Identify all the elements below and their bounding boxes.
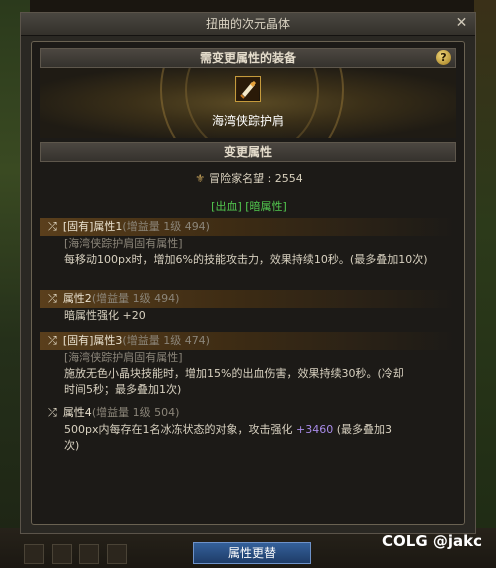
attribute-meta: (增益量 1级 474) (122, 334, 210, 347)
equipment-panel: 需变更属性的装备 ? 海湾侠踪护肩 变更属性 ⚜ 冒险家名望 : 2554 [出血… (31, 41, 465, 525)
watermark: COLG @jakc (382, 532, 482, 550)
dimension-crystal-window: 扭曲的次元晶体 ✕ 需变更属性的装备 ? 海湾侠踪护肩 变更属性 ⚜ 冒险家名望 … (20, 12, 476, 534)
attribute-header: ⤮ 属性4(增益量 1级 504) (40, 404, 456, 422)
attribute-body: 500px内每存在1名冰冻状态的对象，攻击强化 +3460 (最多叠加3 次) (40, 422, 456, 454)
panel-header-label: 需变更属性的装备 (199, 51, 296, 65)
equipment-display: 海湾侠踪护肩 (40, 68, 456, 138)
attribute-header: ⤮ 属性2(增益量 1级 494) (40, 290, 456, 308)
item-name: 海湾侠踪护肩 (211, 114, 284, 128)
close-icon[interactable]: ✕ (454, 16, 469, 31)
attribute-block-2[interactable]: ⤮ 属性2(增益量 1级 494) 暗属性强化 +20 (40, 290, 456, 324)
fame-icon: ⚜ (195, 172, 206, 185)
hud-slot-icon[interactable] (51, 544, 72, 564)
fame-row: ⚜ 冒险家名望 : 2554 (32, 170, 466, 186)
attribute-effect: 每移动100px时，增加6%的技能攻击力，效果持续10秒。(最多叠加10次) (64, 253, 428, 266)
attribute-title: [固有]属性1 (62, 220, 123, 233)
attribute-block-4[interactable]: ⤮ 属性4(增益量 1级 504) 500px内每存在1名冰冻状态的对象，攻击强化… (40, 404, 456, 454)
attribute-block-1[interactable]: ⤮ [固有]属性1(增益量 1级 494) [海湾侠踪护肩固有属性] 每移动100… (40, 218, 456, 268)
attribute-effect-cont: 时间5秒；最多叠加1次) (64, 383, 182, 396)
hud-slot-icon[interactable] (79, 544, 99, 564)
background-scene-right (474, 0, 496, 568)
attribute-effect-tail: (最多叠加3 (333, 423, 392, 436)
attribute-effect: 暗属性强化 +20 (64, 309, 146, 322)
attribute-effect: 施放无色小晶块技能时，增加15%的出血伤害，效果持续30秒。(冷却 (64, 367, 404, 380)
attribute-tags: [出血] [暗属性] (211, 200, 287, 213)
attribute-header: ⤮ [固有]属性3(增益量 1级 474) (40, 332, 456, 350)
help-icon[interactable]: ? (436, 50, 451, 65)
attribute-title: 属性2 (62, 292, 92, 305)
attribute-effect-cont: 次) (64, 439, 80, 452)
shoulder-armor-icon (237, 78, 259, 100)
section-title: 变更属性 (40, 142, 456, 162)
hud-slot-icon[interactable] (24, 544, 44, 564)
shuffle-icon: ⤮ (48, 292, 57, 305)
panel-header: 需变更属性的装备 ? (40, 48, 456, 68)
fame-label: 冒险家名望 : 2554 (209, 172, 303, 185)
attribute-header: ⤮ [固有]属性1(增益量 1级 494) (40, 218, 456, 236)
attribute-title: [固有]属性3 (62, 334, 123, 347)
attribute-body: [海湾侠踪护肩固有属性] 每移动100px时，增加6%的技能攻击力，效果持续10… (40, 236, 456, 268)
attribute-effect: 500px内每存在1名冰冻状态的对象，攻击强化 +3460 (最多叠加3 (64, 422, 456, 438)
attribute-body: [海湾侠踪护肩固有属性] 施放无色小晶块技能时，增加15%的出血伤害，效果持续3… (40, 350, 456, 398)
shuffle-icon: ⤮ (48, 406, 57, 419)
attribute-meta: (增益量 1级 504) (91, 406, 180, 419)
attribute-body: 暗属性强化 +20 (40, 308, 456, 324)
attribute-effect-value: +3460 (295, 423, 334, 436)
scrollbar[interactable] (454, 204, 460, 514)
item-slot[interactable] (235, 76, 261, 102)
attribute-title: 属性4 (62, 406, 92, 419)
hud-quickbar (24, 544, 131, 564)
attribute-block-3[interactable]: ⤮ [固有]属性3(增益量 1级 474) [海湾侠踪护肩固有属性] 施放无色小晶… (40, 332, 456, 398)
shuffle-icon: ⤮ (48, 334, 57, 347)
attribute-source: [海湾侠踪护肩固有属性] (64, 351, 183, 364)
attribute-meta: (增益量 1级 494) (122, 220, 210, 233)
window-title: 扭曲的次元晶体 (205, 17, 290, 31)
reroll-attributes-button[interactable]: 属性更替 (193, 542, 311, 564)
attribute-effect-text: 500px内每存在1名冰冻状态的对象，攻击强化 (64, 423, 296, 436)
attribute-source: [海湾侠踪护肩固有属性] (64, 237, 183, 250)
shuffle-icon: ⤮ (48, 220, 57, 233)
hud-slot-icon[interactable] (106, 544, 127, 564)
window-titlebar[interactable]: 扭曲的次元晶体 ✕ (21, 13, 475, 36)
attribute-meta: (增益量 1级 494) (91, 292, 180, 305)
